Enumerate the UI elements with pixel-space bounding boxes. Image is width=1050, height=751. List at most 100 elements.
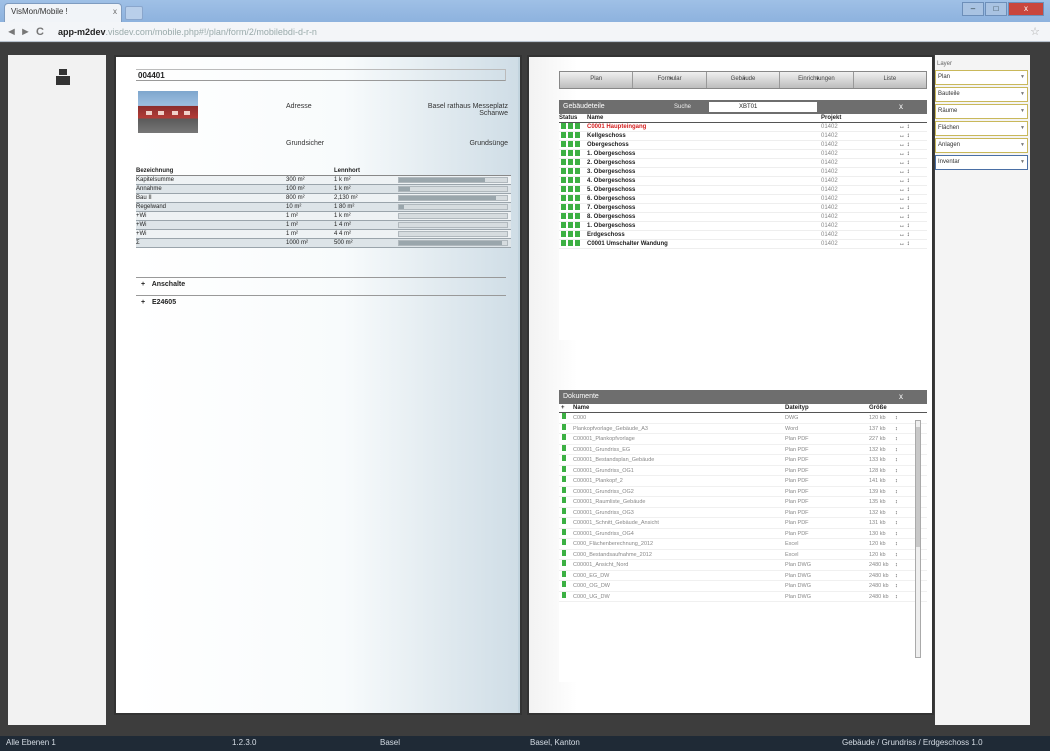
floor-row[interactable]: C0001 Umschalter Wandung 01402 ↔ ↕ (559, 240, 927, 249)
layer-select[interactable]: Plan ▼ (935, 70, 1028, 85)
col-doc-name[interactable]: Name (573, 404, 589, 413)
floor-row[interactable]: 8. Obergeschoss 01402 ↔ ↕ (559, 213, 927, 222)
area-row[interactable]: +Wi 1 m² 1 k m² (136, 212, 511, 221)
document-row[interactable]: C000_Flächenberechnung_2012 Excel 120 kb ↕ (559, 539, 927, 550)
document-row[interactable]: C00001_Raumliste_Gebäude Plan PDF 135 kb ↕ (559, 497, 927, 508)
floor-row[interactable]: C0001 Haupteingang 01402 ↔ ↕ (559, 123, 927, 132)
area-row[interactable]: Regelwand 10 m² 1 80 m² (136, 203, 511, 212)
document-action-icon[interactable]: ↕ (895, 476, 898, 486)
document-row[interactable]: C000_EG_DW Plan DWG 2480 kb ↕ (559, 570, 927, 581)
close-icon[interactable]: x (899, 390, 903, 404)
toolbar-form-button[interactable]: Formular ▾ (633, 72, 707, 88)
toolbar-plan-button[interactable]: Plan (560, 72, 634, 88)
browser-tab[interactable]: VisMon/Mobile ! x (4, 3, 122, 22)
close-icon[interactable]: x (899, 100, 903, 114)
floor-row[interactable]: 2. Obergeschoss 01402 ↔ ↕ (559, 159, 927, 168)
floor-action-icon[interactable]: ↔ ↕ (899, 168, 910, 177)
document-action-icon[interactable]: ↕ (895, 539, 898, 549)
document-action-icon[interactable]: ↕ (895, 560, 898, 570)
col-status[interactable]: Status (559, 114, 577, 123)
scrollbar-thumb[interactable] (916, 427, 920, 547)
area-row[interactable]: Bau II 800 m² 2,130 m² (136, 194, 511, 203)
floor-action-icon[interactable]: ↔ ↕ (899, 123, 910, 132)
layer-select[interactable]: Flächen ▼ (935, 121, 1028, 136)
document-row[interactable]: C000_OG_DW Plan DWG 2480 kb ↕ (559, 581, 927, 592)
floor-action-icon[interactable]: ↔ ↕ (899, 186, 910, 195)
floor-row[interactable]: 3. Obergeschoss 01402 ↔ ↕ (559, 168, 927, 177)
area-row[interactable]: Annahme 100 m² 1 k m² (136, 185, 511, 194)
floor-row[interactable]: Erdgeschoss 01402 ↔ ↕ (559, 231, 927, 240)
document-row[interactable]: C00001_Grundriss_OG2 Plan PDF 139 kb ↕ (559, 486, 927, 497)
floor-row[interactable]: 5. Obergeschoss 01402 ↔ ↕ (559, 186, 927, 195)
url-input[interactable]: app-m2dev.visdev.com/mobile.php#!/plan/f… (58, 25, 1018, 39)
document-row[interactable]: C00001_Plankopf_2 Plan PDF 141 kb ↕ (559, 476, 927, 487)
reload-icon[interactable]: C (36, 25, 44, 39)
col-doc-size[interactable]: Größe (869, 404, 887, 413)
document-action-icon[interactable]: ↕ (895, 508, 898, 518)
floor-row[interactable]: 1. Obergeschoss 01402 ↔ ↕ (559, 150, 927, 159)
floor-action-icon[interactable]: ↔ ↕ (899, 150, 910, 159)
area-row[interactable]: +Wi 1 m² 4 4 m² (136, 230, 511, 239)
document-action-icon[interactable]: ↕ (895, 581, 898, 591)
floor-action-icon[interactable]: ↔ ↕ (899, 159, 910, 168)
minimize-button[interactable]: – (962, 2, 984, 16)
area-row[interactable]: Σ 1000 m² 500 m² (136, 239, 511, 248)
user-icon[interactable] (56, 69, 70, 85)
floor-row[interactable]: 4. Obergeschoss 01402 ↔ ↕ (559, 177, 927, 186)
col-doc-type[interactable]: Dateityp (785, 404, 809, 413)
document-action-icon[interactable]: ↕ (895, 529, 898, 539)
layer-select[interactable]: Bauteile ▼ (935, 87, 1028, 102)
document-row[interactable]: C00001_Ansicht_Nord Plan DWG 2480 kb ↕ (559, 560, 927, 571)
floor-action-icon[interactable]: ↔ ↕ (899, 204, 910, 213)
floor-row[interactable]: 1. Obergeschoss 01402 ↔ ↕ (559, 222, 927, 231)
document-row[interactable]: C000_Bestandsaufnahme_2012 Excel 120 kb ↕ (559, 549, 927, 560)
filter-input[interactable]: XBT01 (709, 102, 817, 112)
tab-close-icon[interactable]: x (113, 7, 117, 16)
floor-action-icon[interactable]: ↔ ↕ (899, 231, 910, 240)
toolbar-equipment-button[interactable]: Einrichtungen ▾ (780, 72, 854, 88)
floor-action-icon[interactable]: ↔ ↕ (899, 141, 910, 150)
new-tab-button[interactable] (125, 6, 143, 20)
section-e24605[interactable]: + E24605 (136, 295, 506, 309)
document-action-icon[interactable]: ↕ (895, 550, 898, 560)
document-row[interactable]: C00001_Bestandsplan_Gebäude Plan PDF 133 k… (559, 455, 927, 466)
document-action-icon[interactable]: ↕ (895, 455, 898, 465)
area-row[interactable]: Kapitelsumme 300 m² 1 k m² (136, 176, 511, 185)
document-row[interactable]: C00001_Grundriss_EG Plan PDF 132 kb ↕ (559, 444, 927, 455)
area-row[interactable]: +Wi 1 m² 1 4 m² (136, 221, 511, 230)
layer-select[interactable]: Inventar ▼ (935, 155, 1028, 170)
document-action-icon[interactable]: ↕ (895, 424, 898, 434)
document-row[interactable]: C000_UG_DW Plan DWG 2480 kb ↕ (559, 591, 927, 602)
expand-icon[interactable]: + (136, 296, 150, 309)
document-row[interactable]: C00001_Grundriss_OG3 Plan PDF 132 kb ↕ (559, 507, 927, 518)
back-icon[interactable]: ◄ (6, 25, 17, 39)
forward-icon[interactable]: ► (20, 25, 31, 39)
document-action-icon[interactable]: ↕ (895, 518, 898, 528)
document-row[interactable]: C00001_Plankopfvorlage Plan PDF 227 kb ↕ (559, 434, 927, 445)
document-row[interactable]: C00001_Grundriss_OG1 Plan PDF 128 kb ↕ (559, 465, 927, 476)
document-row[interactable]: C00001_Grundriss_OG4 Plan PDF 130 kb ↕ (559, 528, 927, 539)
bookmark-star-icon[interactable]: ☆ (1030, 25, 1040, 38)
section-anschalte[interactable]: + Anschalte (136, 277, 506, 291)
col-name[interactable]: Name (587, 114, 603, 123)
document-row[interactable]: C00001_Schnitt_Gebäude_Ansicht Plan PDF 13… (559, 518, 927, 529)
floor-action-icon[interactable]: ↔ ↕ (899, 132, 910, 141)
toolbar-building-button[interactable]: Gebäude ▾ (707, 72, 781, 88)
floor-action-icon[interactable]: ↔ ↕ (899, 195, 910, 204)
floor-row[interactable]: Kellgeschoss 01402 ↔ ↕ (559, 132, 927, 141)
floor-action-icon[interactable]: ↔ ↕ (899, 213, 910, 222)
layer-select[interactable]: Anlagen ▼ (935, 138, 1028, 153)
maximize-button[interactable]: □ (985, 2, 1007, 16)
layer-select[interactable]: Räume ▼ (935, 104, 1028, 119)
floor-action-icon[interactable]: ↔ ↕ (899, 177, 910, 186)
document-action-icon[interactable]: ↕ (895, 497, 898, 507)
close-window-button[interactable]: x (1008, 2, 1044, 16)
floor-row[interactable]: Obergeschoss 01402 ↔ ↕ (559, 141, 927, 150)
document-action-icon[interactable]: ↕ (895, 592, 898, 602)
floor-action-icon[interactable]: ↔ ↕ (899, 240, 910, 249)
document-row[interactable]: Plankopfvorlage_Gebäude_A3 Word 137 kb ↕ (559, 423, 927, 434)
document-action-icon[interactable]: ↕ (895, 466, 898, 476)
col-project[interactable]: Projekt (821, 114, 841, 123)
toolbar-list-button[interactable]: Liste (854, 72, 926, 88)
document-action-icon[interactable]: ↕ (895, 434, 898, 444)
